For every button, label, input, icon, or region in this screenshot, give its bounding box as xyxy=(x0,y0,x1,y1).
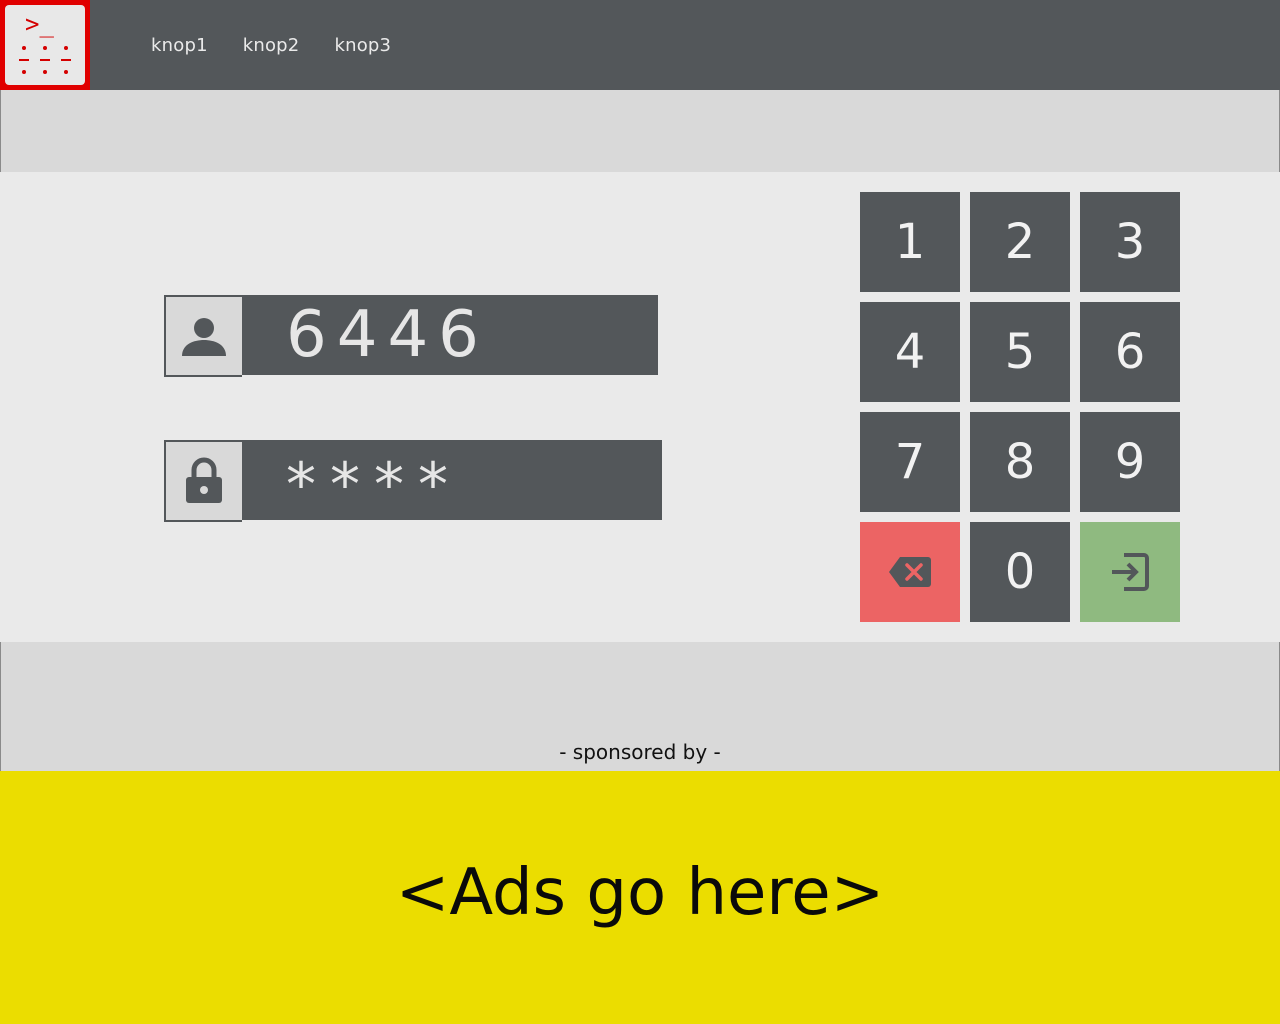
user-icon xyxy=(164,295,242,377)
logo-glyph: >_ xyxy=(25,10,54,38)
ad-placeholder-text: <Ads go here> xyxy=(395,855,885,930)
nav-item-knop3[interactable]: knop3 xyxy=(334,35,391,56)
nav-item-knop2[interactable]: knop2 xyxy=(243,35,300,56)
login-screen: >_ knop1 knop2 knop3 6446 **** 1 2 3 4 5… xyxy=(0,0,1280,1024)
enter-key[interactable] xyxy=(1080,522,1180,622)
sponsored-by-label: - sponsored by - xyxy=(559,740,721,764)
nav-item-knop1[interactable]: knop1 xyxy=(151,35,208,56)
app-logo[interactable]: >_ xyxy=(0,0,90,90)
delete-key[interactable] xyxy=(860,522,960,622)
key-2[interactable]: 2 xyxy=(970,192,1070,292)
lock-icon xyxy=(164,440,242,522)
key-5[interactable]: 5 xyxy=(970,302,1070,402)
backspace-icon xyxy=(889,557,931,587)
top-bar: >_ knop1 knop2 knop3 xyxy=(0,0,1280,90)
numeric-keypad: 1 2 3 4 5 6 7 8 9 0 xyxy=(860,192,1180,622)
password-input[interactable]: **** xyxy=(242,440,662,520)
top-nav: knop1 knop2 knop3 xyxy=(151,0,426,90)
left-edge-line xyxy=(0,90,1,172)
key-6[interactable]: 6 xyxy=(1080,302,1180,402)
key-7[interactable]: 7 xyxy=(860,412,960,512)
user-id-input[interactable]: 6446 xyxy=(242,295,658,375)
key-1[interactable]: 1 xyxy=(860,192,960,292)
key-9[interactable]: 9 xyxy=(1080,412,1180,512)
key-4[interactable]: 4 xyxy=(860,302,960,402)
password-field[interactable]: **** xyxy=(164,440,662,522)
key-8[interactable]: 8 xyxy=(970,412,1070,512)
user-id-field[interactable]: 6446 xyxy=(164,295,658,377)
enter-icon xyxy=(1112,553,1149,591)
terminal-keypad-logo-icon: >_ xyxy=(5,5,85,85)
ad-banner[interactable]: <Ads go here> xyxy=(0,771,1280,1024)
key-3[interactable]: 3 xyxy=(1080,192,1180,292)
key-0[interactable]: 0 xyxy=(970,522,1070,622)
